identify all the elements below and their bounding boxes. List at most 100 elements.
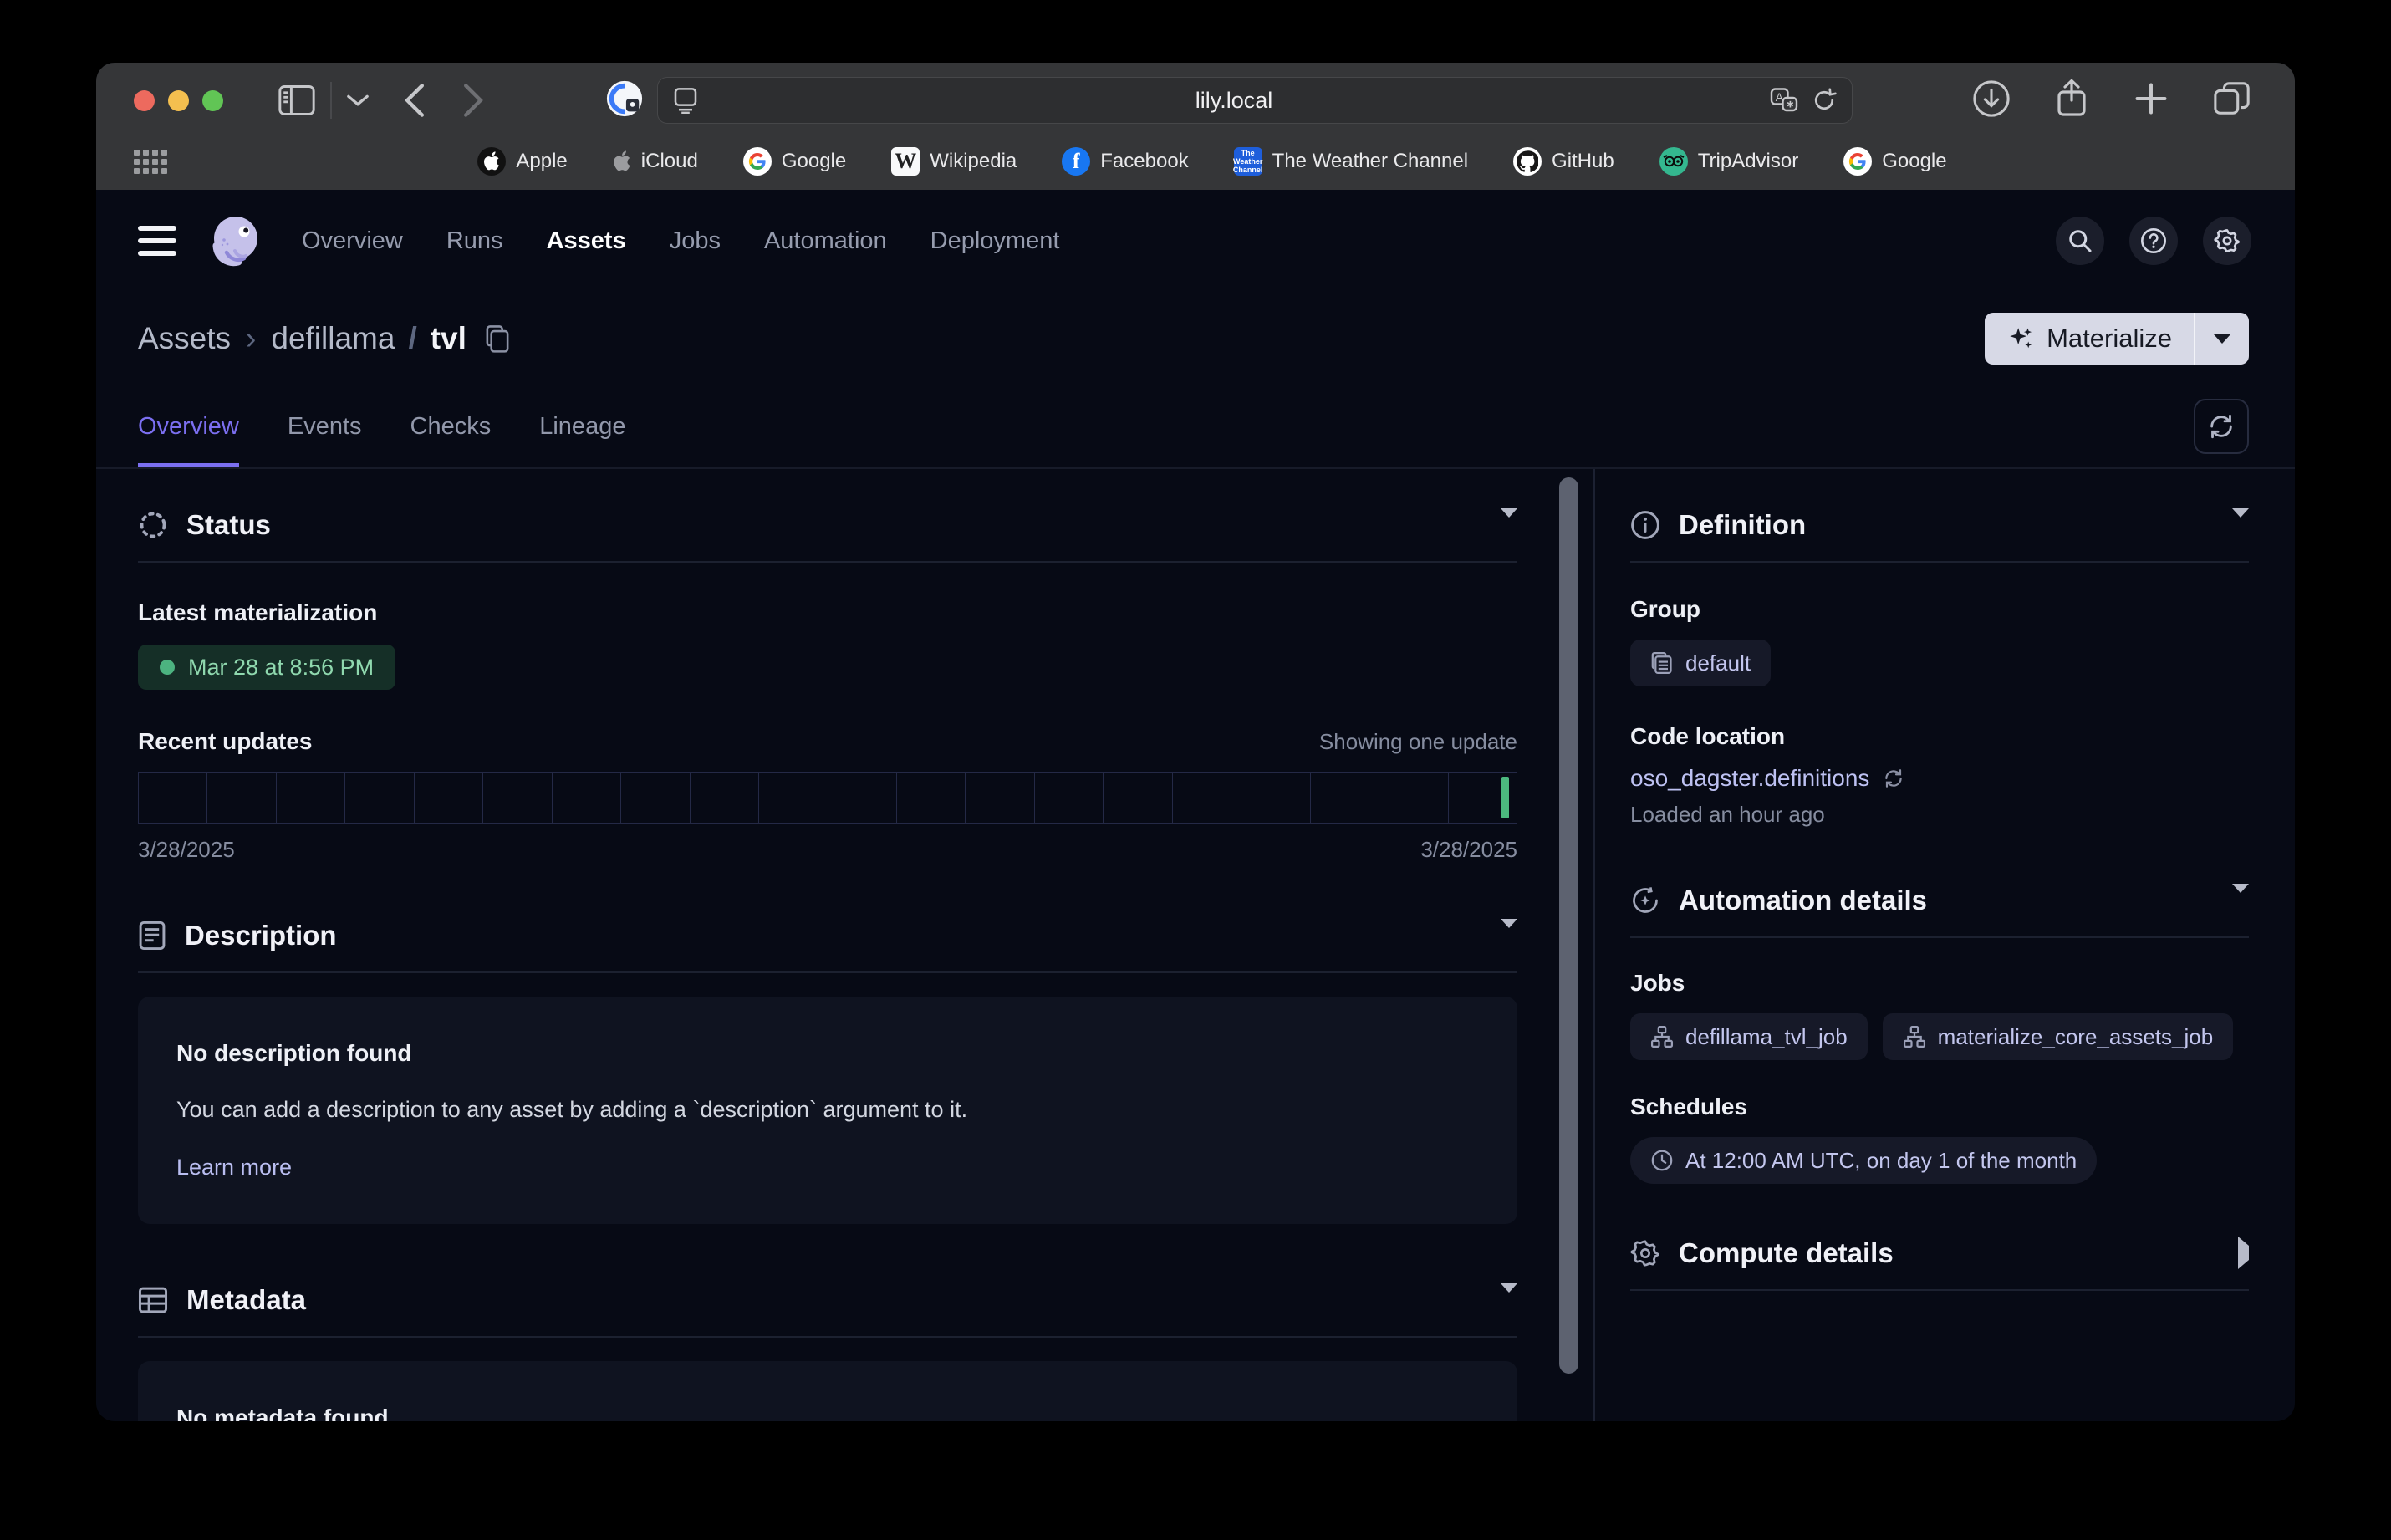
schedule-chip[interactable]: At 12:00 AM UTC, on day 1 of the month xyxy=(1630,1137,2097,1184)
nav-item-automation[interactable]: Automation xyxy=(764,227,887,255)
favorites-grid-icon[interactable] xyxy=(134,150,167,174)
group-value: default xyxy=(1685,650,1751,676)
downloads-icon[interactable] xyxy=(1972,79,2011,122)
back-button[interactable] xyxy=(402,82,427,119)
tab-checks[interactable]: Checks xyxy=(410,385,492,467)
job-graph-icon xyxy=(1903,1025,1926,1048)
bookmark-icloud[interactable]: iCloud xyxy=(613,150,698,173)
forward-button[interactable] xyxy=(461,82,486,119)
bookmark-github[interactable]: GitHub xyxy=(1513,147,1614,176)
dagster-app: Overview Runs Assets Jobs Automation Dep… xyxy=(96,190,2295,1421)
automation-collapse-button[interactable] xyxy=(2232,893,2249,908)
bookmark-google-2[interactable]: Google xyxy=(1843,147,1946,176)
materialize-button[interactable]: Materialize xyxy=(1985,313,2194,365)
bookmark-weather-channel[interactable]: TheWeatherChannel The Weather Channel xyxy=(1234,147,1468,176)
tab-overview-icon[interactable] xyxy=(2213,80,2251,121)
job-chip-materialize-core-assets-job[interactable]: materialize_core_assets_job xyxy=(1883,1013,2234,1060)
nav-item-overview[interactable]: Overview xyxy=(302,227,403,255)
latest-materialization-time: Mar 28 at 8:56 PM xyxy=(188,655,374,681)
code-location-link[interactable]: oso_dagster.definitions xyxy=(1630,765,1869,792)
breadcrumb-group-link[interactable]: defillama xyxy=(271,321,395,356)
scrollbar-thumb[interactable] xyxy=(1559,477,1578,1374)
bookmark-tripadvisor[interactable]: TripAdvisor xyxy=(1659,147,1798,176)
reload-icon[interactable] xyxy=(1812,87,1837,114)
toolbar-separator xyxy=(330,82,332,119)
latest-materialization-chip[interactable]: Mar 28 at 8:56 PM xyxy=(138,645,395,690)
tab-overview[interactable]: Overview xyxy=(138,385,239,467)
definition-collapse-button[interactable] xyxy=(2232,518,2249,533)
timeline-cell xyxy=(1173,773,1241,823)
learn-more-link[interactable]: Learn more xyxy=(176,1155,292,1180)
metadata-collapse-button[interactable] xyxy=(1501,1293,1517,1308)
nav-item-deployment[interactable]: Deployment xyxy=(930,227,1060,255)
job-chip-defillama-tvl-job[interactable]: defillama_tvl_job xyxy=(1630,1013,1868,1060)
translate-icon[interactable]: A ✱ xyxy=(1770,88,1798,113)
breadcrumb-assets-link[interactable]: Assets xyxy=(138,321,231,356)
page-settings-icon[interactable] xyxy=(673,87,698,114)
timeline-cell xyxy=(207,773,276,823)
copy-icon xyxy=(485,324,510,353)
group-icon xyxy=(1650,651,1674,675)
refresh-button[interactable] xyxy=(2194,399,2249,454)
github-favicon-icon xyxy=(1513,147,1542,176)
dagster-logo-icon[interactable] xyxy=(210,214,263,268)
minimize-window-button[interactable] xyxy=(168,90,189,111)
menu-icon[interactable] xyxy=(138,226,176,256)
info-icon xyxy=(1630,510,1660,540)
bookmark-facebook[interactable]: f Facebook xyxy=(1062,147,1188,176)
breadcrumb-separator: / xyxy=(408,321,416,356)
description-collapse-button[interactable] xyxy=(1501,928,1517,943)
breadcrumb: Assets › defillama / tvl Materialize xyxy=(96,292,2295,385)
showing-updates-text: Showing one update xyxy=(1319,729,1517,755)
tab-events[interactable]: Events xyxy=(288,385,362,467)
close-window-button[interactable] xyxy=(134,90,155,111)
asset-overview-main: Status Latest materialization Mar 28 at … xyxy=(96,469,1517,1421)
status-collapse-button[interactable] xyxy=(1501,518,1517,533)
timeline-cell xyxy=(415,773,483,823)
materialization-tick xyxy=(1501,777,1509,818)
bookmark-wikipedia[interactable]: W Wikipedia xyxy=(891,147,1017,176)
address-bar[interactable]: lily.local A ✱ xyxy=(657,77,1853,124)
help-icon xyxy=(2140,227,2167,254)
compute-expand-button[interactable] xyxy=(2238,1246,2249,1261)
new-tab-icon[interactable] xyxy=(2133,80,2169,121)
copy-asset-name-button[interactable] xyxy=(485,324,510,353)
divider xyxy=(138,971,1517,973)
timeline-cell xyxy=(828,773,897,823)
nav-item-jobs[interactable]: Jobs xyxy=(670,227,721,255)
weather-channel-favicon-icon: TheWeatherChannel xyxy=(1234,147,1262,176)
description-section-header: Description xyxy=(138,910,1517,961)
nav-item-runs[interactable]: Runs xyxy=(446,227,503,255)
status-spinner-icon xyxy=(138,510,168,540)
divider xyxy=(1630,936,2249,938)
search-button[interactable] xyxy=(2056,217,2104,265)
nav-item-assets[interactable]: Assets xyxy=(547,227,626,255)
timeline-cell xyxy=(277,773,345,823)
job-name: defillama_tvl_job xyxy=(1685,1024,1848,1050)
group-chip[interactable]: default xyxy=(1630,640,1771,686)
automation-icon xyxy=(1630,885,1660,915)
timeline-grid[interactable] xyxy=(138,772,1517,824)
help-button[interactable] xyxy=(2129,217,2178,265)
bookmark-google-1[interactable]: Google xyxy=(743,147,846,176)
settings-button[interactable] xyxy=(2203,217,2251,265)
bookmark-apple[interactable]: Apple xyxy=(477,147,567,176)
zoom-window-button[interactable] xyxy=(202,90,223,111)
materialize-label: Materialize xyxy=(2047,324,2172,354)
reload-code-location-icon[interactable] xyxy=(1883,767,1904,789)
materialize-dropdown-button[interactable] xyxy=(2195,313,2249,365)
scrollbar-track[interactable] xyxy=(1517,469,1593,1421)
chevron-down-icon xyxy=(1501,919,1517,942)
sidebar-toggle-icon[interactable] xyxy=(278,84,315,116)
chevron-down-icon xyxy=(2232,508,2249,532)
search-icon xyxy=(2067,228,2093,253)
facebook-favicon-icon: f xyxy=(1062,147,1090,176)
clock-icon xyxy=(1650,1149,1674,1172)
metadata-empty-title: No metadata found xyxy=(176,1405,1479,1421)
sidebar-chevron-icon[interactable] xyxy=(347,94,369,107)
timeline-cell xyxy=(691,773,759,823)
tab-lineage[interactable]: Lineage xyxy=(539,385,625,467)
share-icon[interactable] xyxy=(2054,79,2089,123)
status-heading: Status xyxy=(186,509,271,541)
password-manager-icon[interactable] xyxy=(605,79,644,122)
